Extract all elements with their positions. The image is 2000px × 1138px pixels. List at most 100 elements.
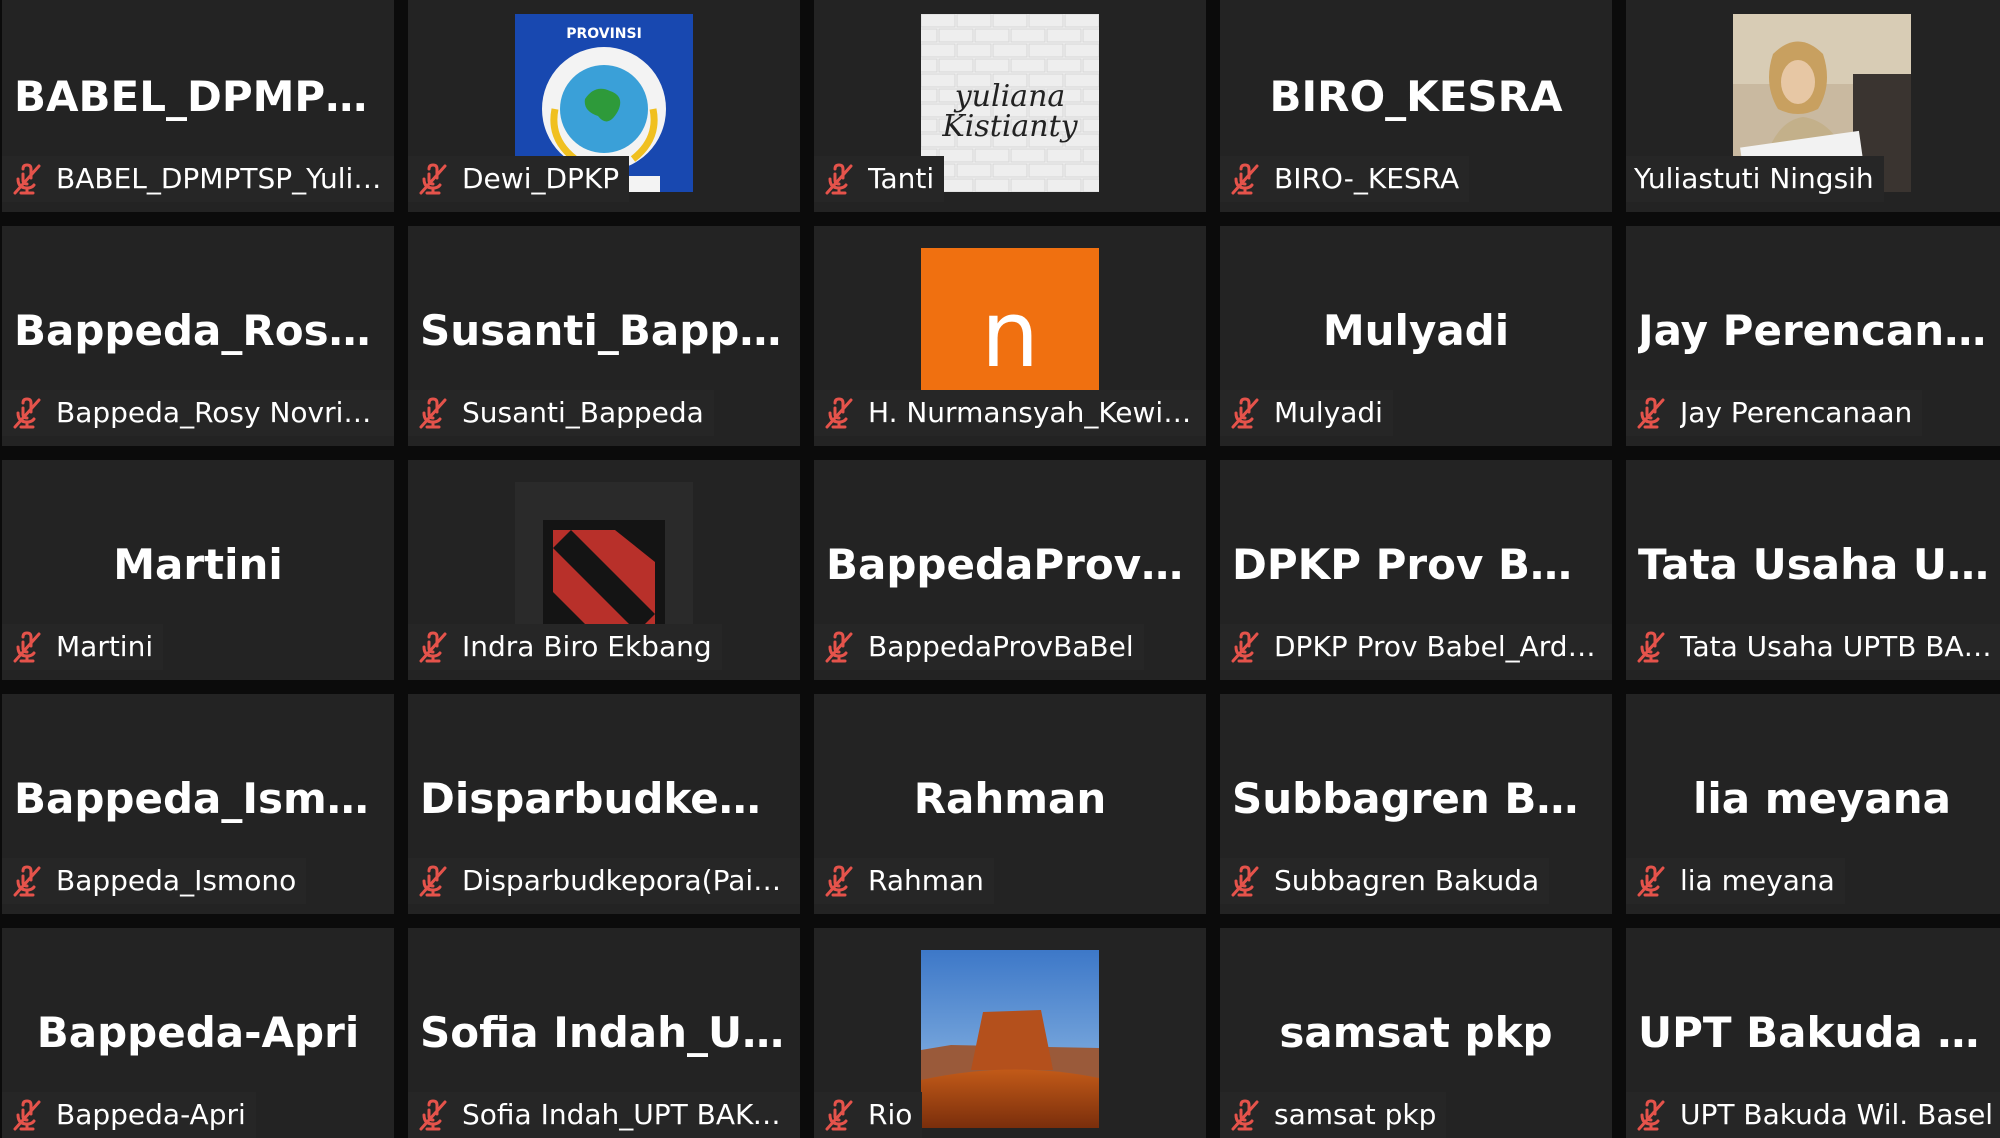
- muted-mic-icon: [1228, 396, 1262, 430]
- participant-tile[interactable]: Rio: [814, 928, 1206, 1138]
- muted-mic-icon: [1231, 397, 1259, 429]
- participant-tile[interactable]: yuliana Kistianty Tanti: [814, 0, 1206, 212]
- participant-tile[interactable]: BIRO_KESRA BIRO-_KESRA: [1220, 0, 1612, 212]
- muted-mic-icon: [1634, 864, 1668, 898]
- participant-display-name: Susanti_Bappeda: [420, 306, 788, 355]
- participant-name-label: Bappeda_Rosy Novriyandi: [2, 390, 394, 436]
- participant-display-name: Jay Perencanaan: [1638, 306, 2000, 355]
- muted-mic-icon: [825, 1099, 853, 1131]
- participant-name: Jay Perencanaan: [1680, 396, 1913, 429]
- participant-name: lia meyana: [1680, 864, 1835, 897]
- muted-mic-icon: [1634, 1098, 1668, 1132]
- participant-name: BABEL_DPMPTSP_Yulinda: [56, 162, 384, 195]
- participant-tile[interactable]: Mulyadi Mulyadi: [1220, 226, 1612, 446]
- muted-mic-icon: [1637, 1099, 1665, 1131]
- muted-mic-icon: [1637, 631, 1665, 663]
- participant-tile[interactable]: Susanti_Bappeda Susanti_Bappeda: [408, 226, 800, 446]
- participant-display-name: samsat pkp: [1279, 1008, 1553, 1057]
- muted-mic-icon: [419, 631, 447, 663]
- participant-tile[interactable]: DPKP Prov Babe... DPKP Prov Babel_Ardill…: [1220, 460, 1612, 680]
- muted-mic-icon: [10, 396, 44, 430]
- participant-tile[interactable]: lia meyana lia meyana: [1626, 694, 2000, 914]
- participant-name-label: BABEL_DPMPTSP_Yulinda: [2, 156, 394, 202]
- participant-name: Tata Usaha UPTB BABAR: [1680, 630, 2000, 663]
- participant-display-name: Tata Usaha UPT...: [1638, 540, 2000, 589]
- participant-tile[interactable]: Bappeda_Ismono Bappeda_Ismono: [2, 694, 394, 914]
- muted-mic-icon: [1634, 396, 1668, 430]
- participant-name-label: Mulyadi: [1220, 390, 1393, 436]
- participant-name: BappedaProvBaBel: [868, 630, 1134, 663]
- muted-mic-icon: [1228, 630, 1262, 664]
- participant-name-label: Rio: [814, 1092, 923, 1138]
- muted-mic-icon: [822, 162, 856, 196]
- participant-name-label: Disparbudkepora(Pairus): [408, 858, 800, 904]
- muted-mic-icon: [1228, 1098, 1262, 1132]
- muted-mic-icon: [419, 163, 447, 195]
- participant-name: Bappeda_Rosy Novriyandi: [56, 396, 384, 429]
- participant-tile[interactable]: PROVINSI Dewi_DPKP: [408, 0, 800, 212]
- participant-name-label: Tata Usaha UPTB BABAR: [1626, 624, 2000, 670]
- participant-tile[interactable]: Bappeda_Rosy... Bappeda_Rosy Novriyandi: [2, 226, 394, 446]
- participant-name-label: Susanti_Bappeda: [408, 390, 714, 436]
- participant-name-label: Jay Perencanaan: [1626, 390, 1923, 436]
- participant-display-name: Rahman: [913, 774, 1107, 823]
- participant-display-name: Subbagren Baku...: [1232, 774, 1600, 823]
- participant-name-label: Tanti: [814, 156, 945, 202]
- participant-display-name: BABEL_DPMPTS...: [14, 72, 382, 121]
- participant-display-name: BIRO_KESRA: [1269, 72, 1563, 121]
- participant-display-name: Bappeda-Apri: [36, 1008, 360, 1057]
- participant-tile[interactable]: BappedaProvBa... BappedaProvBaBel: [814, 460, 1206, 680]
- muted-mic-icon: [13, 163, 41, 195]
- participant-tile[interactable]: UPT Bakuda Wil... UPT Bakuda Wil. Basel: [1626, 928, 2000, 1138]
- muted-mic-icon: [1231, 631, 1259, 663]
- muted-mic-icon: [1637, 397, 1665, 429]
- participant-tile[interactable]: Subbagren Baku... Subbagren Bakuda: [1220, 694, 1612, 914]
- muted-mic-icon: [1231, 163, 1259, 195]
- participant-name: Disparbudkepora(Pairus): [462, 864, 790, 897]
- participant-display-name: DPKP Prov Babe...: [1232, 540, 1600, 589]
- participant-display-name: Disparbudkepor...: [420, 774, 788, 823]
- participant-tile[interactable]: Bappeda-Apri Bappeda-Apri: [2, 928, 394, 1138]
- muted-mic-icon: [13, 631, 41, 663]
- muted-mic-icon: [1228, 864, 1262, 898]
- participant-name-label: Bappeda-Apri: [2, 1092, 256, 1138]
- participant-name: Bappeda_Ismono: [56, 864, 297, 897]
- participant-name-label: Subbagren Bakuda: [1220, 858, 1550, 904]
- participant-tile[interactable]: Sofia Indah_UPT... Sofia Indah_UPT BAKUD…: [408, 928, 800, 1138]
- participant-name: H. Nurmansyah_Kewilaya...: [868, 396, 1196, 429]
- participant-name-label: Indra Biro Ekbang: [408, 624, 722, 670]
- participant-name: Martini: [56, 630, 154, 663]
- participant-tile[interactable]: Tata Usaha UPT... Tata Usaha UPTB BABAR: [1626, 460, 2000, 680]
- participant-tile[interactable]: Indra Biro Ekbang: [408, 460, 800, 680]
- participant-name-label: BappedaProvBaBel: [814, 624, 1144, 670]
- participant-name-label: Martini: [2, 624, 164, 670]
- muted-mic-icon: [825, 631, 853, 663]
- participant-display-name: Mulyadi: [1322, 306, 1510, 355]
- participant-name: Bappeda-Apri: [56, 1098, 246, 1131]
- participant-name-label: UPT Bakuda Wil. Basel: [1626, 1092, 2000, 1138]
- muted-mic-icon: [1231, 865, 1259, 897]
- participant-tile[interactable]: Yuliastuti Ningsih: [1626, 0, 2000, 212]
- participant-tile[interactable]: Disparbudkepor... Disparbudkepora(Pairus…: [408, 694, 800, 914]
- participant-tile[interactable]: Jay Perencanaan Jay Perencanaan: [1626, 226, 2000, 446]
- participant-display-name: lia meyana: [1693, 774, 1951, 823]
- participant-tile[interactable]: samsat pkp samsat pkp: [1220, 928, 1612, 1138]
- participant-name: Mulyadi: [1274, 396, 1383, 429]
- svg-text:PROVINSI: PROVINSI: [566, 26, 642, 42]
- participant-name-label: lia meyana: [1626, 858, 1845, 904]
- muted-mic-icon: [416, 162, 450, 196]
- muted-mic-icon: [822, 396, 856, 430]
- participant-name: Yuliastuti Ningsih: [1634, 162, 1874, 195]
- muted-mic-icon: [822, 864, 856, 898]
- participant-name-label: BIRO-_KESRA: [1220, 156, 1470, 202]
- participant-name-label: Sofia Indah_UPT BAKUDA...: [408, 1092, 800, 1138]
- participant-name: Sofia Indah_UPT BAKUDA...: [462, 1098, 790, 1131]
- participant-name: samsat pkp: [1274, 1098, 1437, 1131]
- participant-tile[interactable]: Rahman Rahman: [814, 694, 1206, 914]
- participant-display-name: Bappeda_Ismono: [14, 774, 382, 823]
- participant-tile[interactable]: BABEL_DPMPTS... BABEL_DPMPTSP_Yulinda: [2, 0, 394, 212]
- participant-tile[interactable]: n H. Nurmansyah_Kewilaya...: [814, 226, 1206, 446]
- participant-tile[interactable]: Martini Martini: [2, 460, 394, 680]
- muted-mic-icon: [1231, 1099, 1259, 1131]
- svg-text:Kistianty: Kistianty: [941, 109, 1078, 144]
